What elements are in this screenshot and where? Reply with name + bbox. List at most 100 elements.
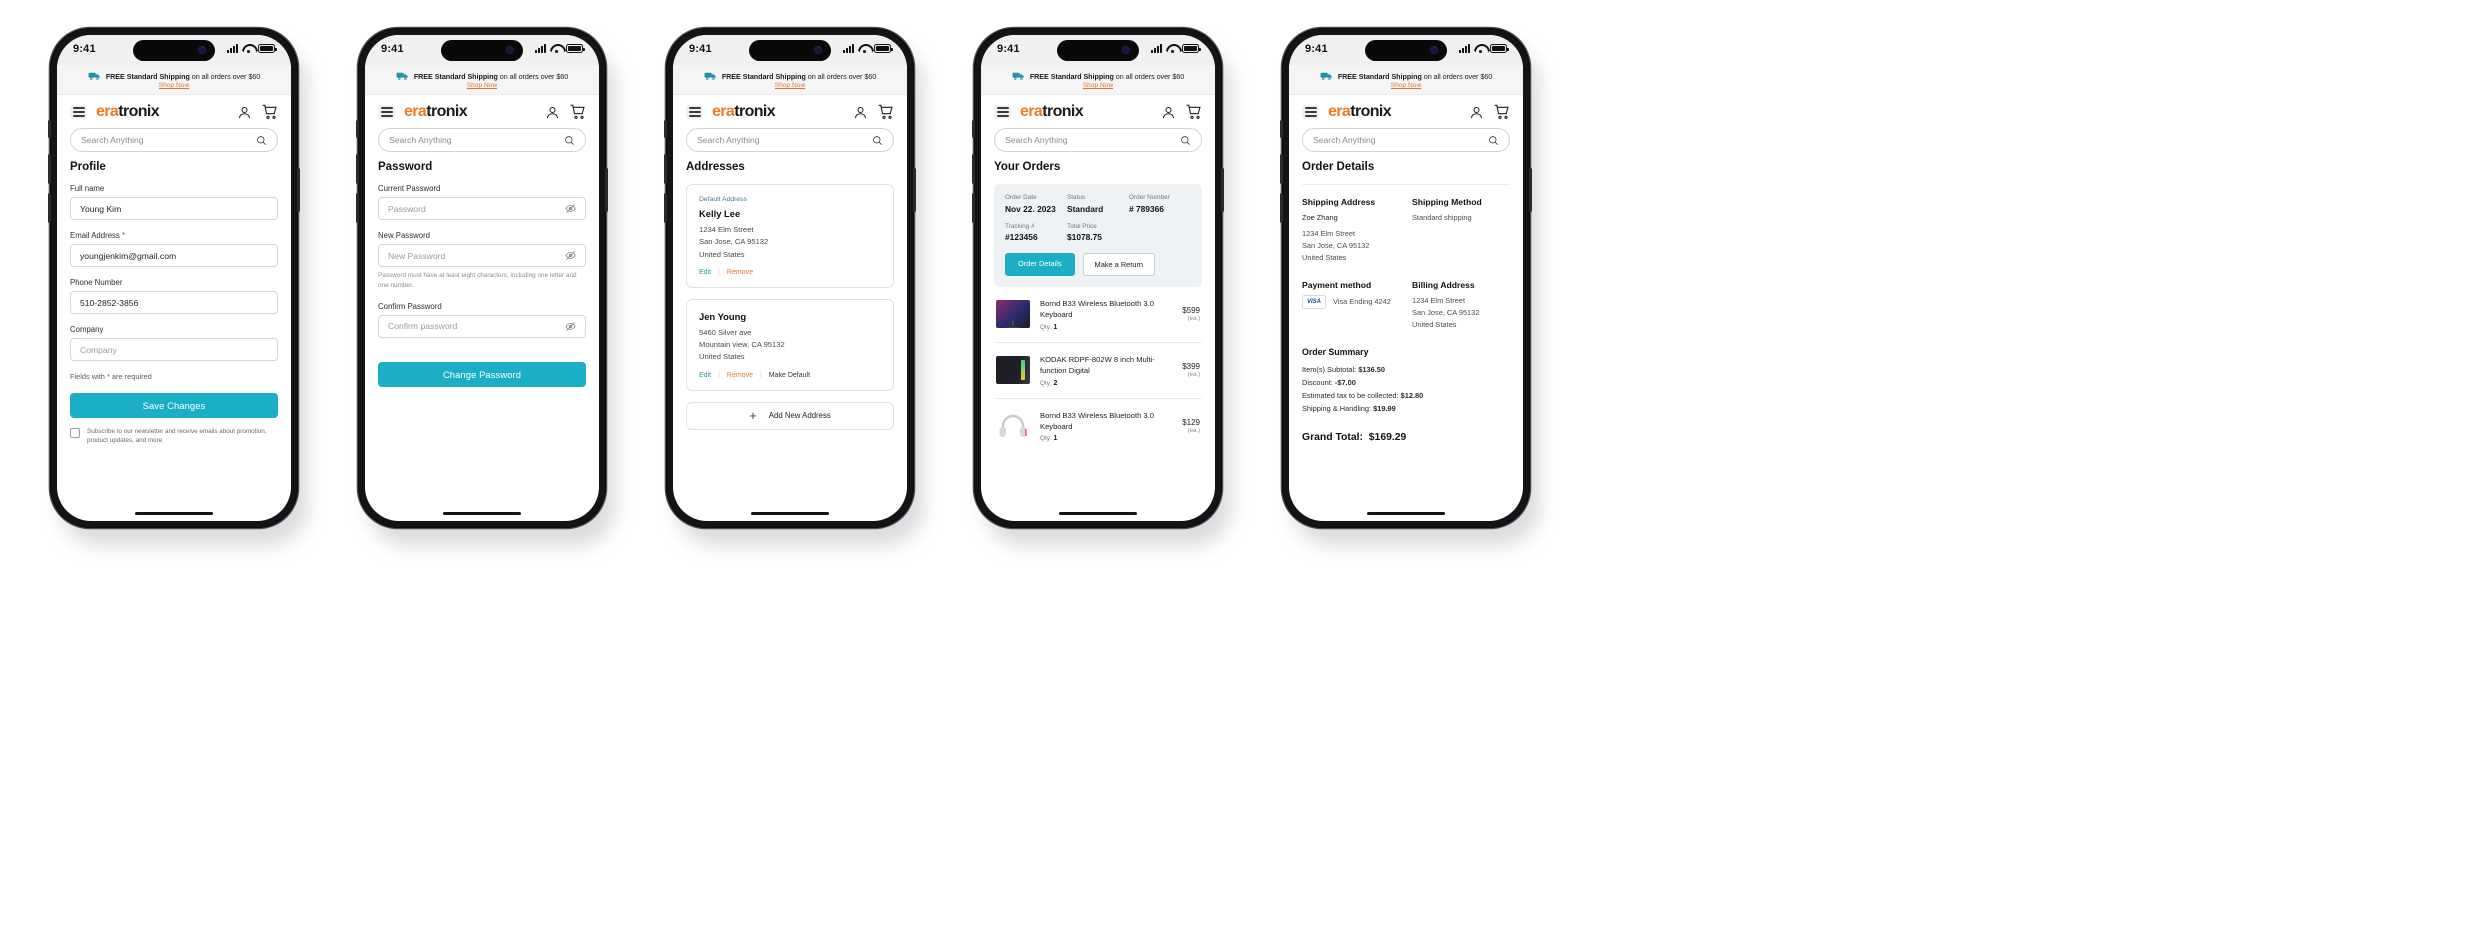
search-icon[interactable] [564,135,575,146]
search-input[interactable]: Search Anything [994,128,1202,152]
mute-switch[interactable] [1280,120,1283,138]
toggle-password-visibility-icon[interactable] [565,203,576,214]
search-icon[interactable] [1180,135,1191,146]
page-title: Your Orders [994,161,1061,173]
user-account-icon[interactable] [853,105,868,120]
phone-screen: 9:41 FREE Standard Shipping on all order… [1289,35,1523,521]
brand-logo[interactable]: eratronix [404,103,468,121]
toggle-password-visibility-icon[interactable] [565,250,576,261]
search-input[interactable]: Search Anything [686,128,894,152]
new-password-input[interactable]: New Password [378,244,586,267]
change-password-button[interactable]: Change Password [378,361,586,387]
shopping-cart-icon[interactable] [262,104,278,120]
volume-down-button[interactable] [664,193,667,223]
user-account-icon[interactable] [1469,105,1484,120]
volume-up-button[interactable] [972,154,975,184]
qty-label: Qty: [1040,379,1052,387]
remove-address-link[interactable]: Remove [727,372,753,379]
order-product-row[interactable]: KODAK RDPF-802W 8 inch Multi-function Di… [994,343,1202,399]
remove-address-link[interactable]: Remove [727,269,753,276]
hamburger-menu-icon[interactable] [686,105,703,119]
volume-up-button[interactable] [664,154,667,184]
brand-logo[interactable]: eratronix [1020,103,1084,121]
search-icon[interactable] [256,135,267,146]
add-new-address-button[interactable]: + Add New Address [686,401,894,430]
volume-down-button[interactable] [1280,193,1283,223]
hamburger-menu-icon[interactable] [378,105,395,119]
power-button[interactable] [1221,168,1224,212]
search-icon[interactable] [872,135,883,146]
order-product-row[interactable]: Bornd B33 Wireless Bluetooth 3.0 Keyboar… [994,399,1202,454]
order-details-button[interactable]: Order Details [1005,253,1075,276]
shop-now-link[interactable]: Shop Now [371,82,593,89]
shop-now-link[interactable]: Shop Now [679,82,901,89]
page-title: Order Details [1302,161,1375,173]
volume-down-button[interactable] [972,193,975,223]
email-input[interactable]: youngjenkim@gmail.com [70,244,278,267]
field-label: Full name [70,184,105,193]
edit-address-link[interactable]: Edit [699,372,711,379]
brand-logo[interactable]: eratronix [96,103,160,121]
nav-bar: eratronix [57,95,291,128]
search-input[interactable]: Search Anything [70,128,278,152]
status-bar: 9:41 [1289,35,1523,65]
search-input[interactable]: Search Anything [1302,128,1510,152]
search-input[interactable]: Search Anything [378,128,586,152]
brand-logo[interactable]: eratronix [712,103,776,121]
volume-down-button[interactable] [48,193,51,223]
edit-address-link[interactable]: Edit [699,269,711,276]
brand-logo[interactable]: eratronix [1328,103,1392,121]
summary-value: $136.50 [1358,364,1385,374]
hamburger-menu-icon[interactable] [1302,105,1319,119]
new-password-placeholder: New Password [388,250,446,261]
order-product-row[interactable]: Bornd B33 Wireless Bluetooth 3.0 Keyboar… [994,287,1202,343]
shop-now-link[interactable]: Shop Now [1295,82,1517,89]
full-name-input[interactable]: Young Kim [70,197,278,220]
shop-now-link[interactable]: Shop Now [987,82,1209,89]
address-line: 5460 Silver ave [699,327,752,337]
wifi-icon [1166,44,1178,53]
company-input[interactable]: Company [70,338,278,361]
power-button[interactable] [1529,168,1532,212]
save-changes-button[interactable]: Save Changes [70,393,278,418]
user-account-icon[interactable] [237,105,252,120]
volume-up-button[interactable] [1280,154,1283,184]
mute-switch[interactable] [664,120,667,138]
make-a-return-button[interactable]: Make a Return [1082,253,1156,276]
volume-up-button[interactable] [48,154,51,184]
power-button[interactable] [297,168,300,212]
shopping-cart-icon[interactable] [1186,104,1202,120]
shop-now-link[interactable]: Shop Now [63,82,285,89]
user-account-icon[interactable] [1161,105,1176,120]
mute-switch[interactable] [972,120,975,138]
summary-row: Shipping & Handling: $19.99 [1302,403,1510,416]
confirm-password-input[interactable]: Confirm password [378,314,586,338]
front-camera-icon [198,46,206,54]
search-icon[interactable] [1488,135,1499,146]
search-container: Search Anything [1289,128,1523,161]
toggle-password-visibility-icon[interactable] [565,321,576,332]
shopping-cart-icon[interactable] [878,104,894,120]
phone-input[interactable]: 510-2852-3856 [70,291,278,314]
mute-switch[interactable] [356,120,359,138]
subscribe-label: Subscribe to our newsletter and receive … [87,428,267,445]
dynamic-island [133,40,215,61]
hamburger-menu-icon[interactable] [994,105,1011,119]
volume-up-button[interactable] [356,154,359,184]
make-default-link[interactable]: Make Default [769,372,810,379]
shopping-cart-icon[interactable] [1494,104,1510,120]
current-password-input[interactable]: Password [378,197,586,220]
product-price-block: $399 (ea.) [1182,362,1200,378]
promo-bold: FREE Standard Shipping [721,71,806,81]
address-card-default: Default Address Kelly Lee 1234 Elm Stree… [686,184,894,288]
power-button[interactable] [605,168,608,212]
address-line: Mountain view, CA 95132 [699,340,785,350]
user-account-icon[interactable] [545,105,560,120]
volume-down-button[interactable] [356,193,359,223]
hamburger-menu-icon[interactable] [70,105,87,119]
shopping-cart-icon[interactable] [570,104,586,120]
phone-mockup-stage: 9:41 FREE Standard Shipping on all order… [0,0,2479,939]
mute-switch[interactable] [48,120,51,138]
subscribe-checkbox[interactable] [70,428,80,438]
power-button[interactable] [913,168,916,212]
